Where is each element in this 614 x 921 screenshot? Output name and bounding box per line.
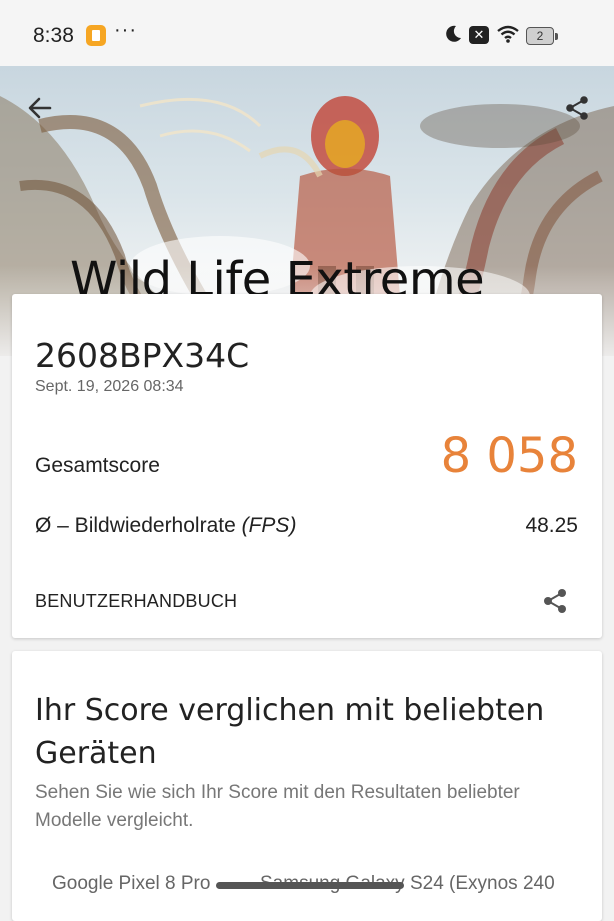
comparison-card: Ihr Score verglichen mit beliebten Gerät… bbox=[12, 651, 602, 921]
status-time: 8:38 bbox=[33, 24, 74, 47]
wifi-icon bbox=[497, 25, 519, 43]
avg-fps-label: Ø – Bildwiederholrate (FPS) bbox=[35, 514, 296, 538]
result-card: 2608BPX34C Sept. 19, 2026 08:34 Gesamtsc… bbox=[12, 294, 602, 638]
device-name: 2608BPX34C bbox=[35, 336, 250, 375]
share-icon[interactable] bbox=[563, 94, 591, 122]
avg-fps-value: 48.25 bbox=[525, 514, 578, 537]
notification-x-icon: ✕ bbox=[469, 26, 489, 44]
overall-score-value: 8 058 bbox=[440, 428, 578, 484]
share-icon[interactable] bbox=[540, 586, 570, 616]
more-notifications: ··· bbox=[114, 19, 137, 41]
avg-fps-unit: (FPS) bbox=[241, 514, 297, 537]
compare-device-tab[interactable]: Google Pixel 8 Pro bbox=[52, 873, 210, 895]
battery-icon: 2 bbox=[526, 27, 558, 45]
moon-icon bbox=[446, 25, 461, 42]
avg-fps-label-text: Ø – Bildwiederholrate bbox=[35, 514, 242, 537]
user-manual-link[interactable]: BENUTZERHANDBUCH bbox=[35, 591, 237, 612]
result-date: Sept. 19, 2026 08:34 bbox=[35, 378, 184, 395]
overall-score-label: Gesamtscore bbox=[35, 454, 160, 477]
back-arrow-icon[interactable] bbox=[26, 94, 54, 122]
comparison-title: Ihr Score verglichen mit beliebten Gerät… bbox=[35, 693, 545, 771]
status-bar: 8:38 ··· ✕ 2 bbox=[0, 0, 614, 66]
app-notification-icon bbox=[86, 25, 106, 46]
comparison-description: Sehen Sie wie sich Ihr Score mit den Res… bbox=[35, 782, 520, 831]
home-indicator[interactable] bbox=[216, 882, 404, 889]
